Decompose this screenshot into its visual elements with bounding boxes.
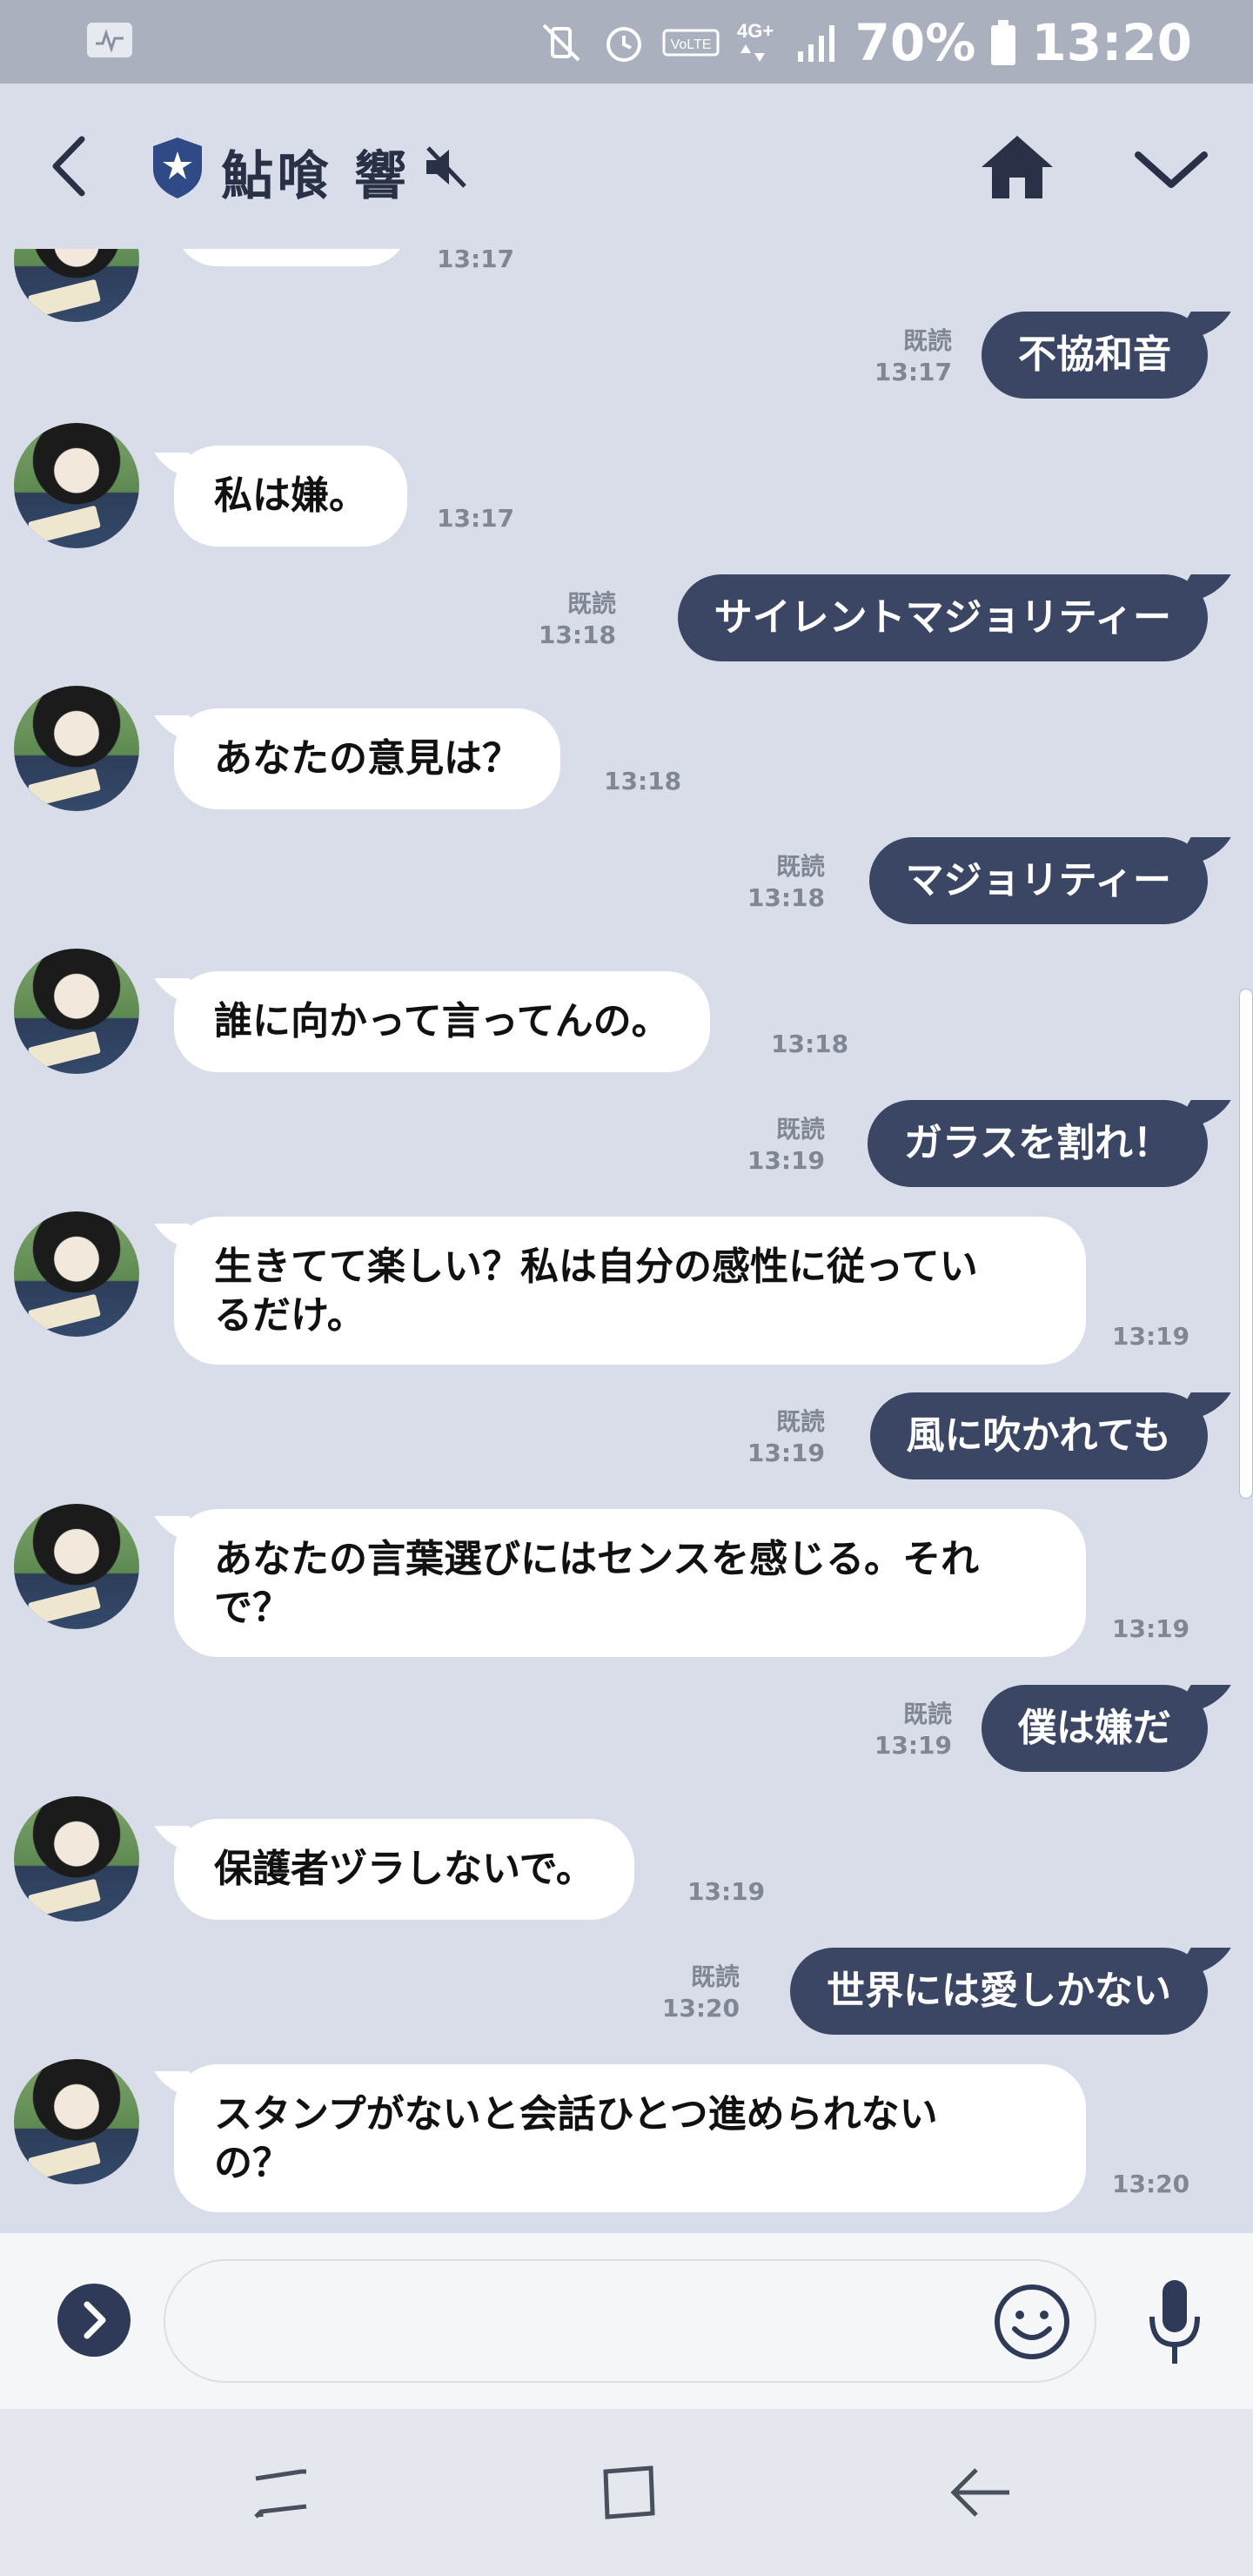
system-nav-bar	[0, 2409, 1253, 2576]
voice-input-button[interactable]	[1145, 2277, 1204, 2367]
menu-dropdown-button[interactable]	[1129, 141, 1213, 197]
chat-header: 鮎喰 響	[0, 84, 1253, 249]
message-read-receipt: 既読 13:20	[661, 1962, 740, 2023]
chat-title[interactable]: 鮎喰 響	[221, 134, 410, 210]
avatar[interactable]	[14, 1796, 139, 1922]
message-input-bar	[0, 2233, 1253, 2409]
message-input[interactable]	[164, 2259, 1096, 2383]
message-time: 13:17	[437, 504, 515, 533]
home-nav-button[interactable]	[600, 2463, 658, 2522]
activity-icon	[87, 23, 132, 57]
status-bar: VoLTE 4G+ 70% 13:20	[0, 0, 1253, 84]
message-read-receipt: 既読 13:19	[747, 1407, 825, 1467]
microphone-icon	[1149, 2280, 1200, 2364]
chevron-down-icon	[1135, 151, 1208, 188]
message-bubble-incoming[interactable]: あなたの意見は？	[174, 708, 560, 809]
emoji-button[interactable]	[992, 2282, 1072, 2362]
message-read-receipt: 既読 13:19	[874, 1700, 952, 1760]
avatar[interactable]	[14, 1504, 139, 1629]
message-time: 13:19	[687, 1877, 766, 1906]
avatar[interactable]	[14, 686, 139, 811]
message-time: 13:17	[437, 249, 515, 273]
recent-apps-icon	[254, 2469, 307, 2519]
message-time: 13:20	[1112, 2170, 1190, 2198]
message-bubble-incoming[interactable]: 誰に向かって言ってんの。	[174, 971, 710, 1072]
network-4g-icon: 4G+	[734, 17, 781, 69]
smiley-icon	[995, 2284, 1069, 2359]
message-time: 13:19	[1112, 1322, 1190, 1351]
svg-text:4G+: 4G+	[737, 20, 774, 42]
message-bubble-outgoing[interactable]: 世界には愛しかない	[790, 1948, 1208, 2035]
volte-icon: VoLTE	[662, 25, 720, 60]
back-nav-button[interactable]	[950, 2463, 1013, 2522]
message-bubble-outgoing[interactable]: ガラスを割れ！	[867, 1100, 1208, 1187]
message-bubble-incoming[interactable]: 保護者ヅラしないで。	[174, 1819, 634, 1920]
recent-apps-button[interactable]	[252, 2463, 310, 2522]
scrollbar[interactable]	[1239, 989, 1253, 1499]
message-list[interactable]: 13:17 既読 13:17 不協和音 私は嫌。 13:17 既読 13:18 サイ…	[0, 249, 1253, 2233]
clock: 13:20	[1031, 13, 1192, 72]
message-bubble-incoming[interactable]: スタンプがないと会話ひとつ進められない の？	[174, 2064, 1086, 2212]
back-button[interactable]	[44, 127, 96, 205]
battery-icon	[989, 18, 1017, 67]
square-icon	[603, 2465, 655, 2519]
message-bubble-outgoing[interactable]: 不協和音	[982, 312, 1208, 399]
message-bubble-outgoing[interactable]: マジョリティー	[868, 837, 1208, 924]
alarm-icon	[600, 18, 648, 67]
home-icon	[982, 136, 1053, 198]
message-bubble-outgoing[interactable]: 風に吹かれても	[869, 1392, 1208, 1479]
back-arrow-icon	[950, 2468, 1009, 2517]
avatar[interactable]	[14, 249, 139, 322]
signal-icon	[794, 18, 841, 67]
message-read-receipt: 既読 13:17	[874, 326, 952, 386]
message-time: 13:19	[1112, 1614, 1190, 1643]
svg-text:VoLTE: VoLTE	[670, 37, 711, 52]
avatar[interactable]	[14, 2059, 139, 2184]
battery-percent: 70%	[854, 13, 976, 72]
message-time: 13:18	[771, 1030, 849, 1058]
avatar[interactable]	[14, 1211, 139, 1337]
avatar[interactable]	[14, 423, 139, 548]
home-button[interactable]	[980, 132, 1055, 202]
avatar[interactable]	[14, 949, 139, 1074]
chevron-right-icon	[84, 2301, 106, 2339]
message-bubble-incoming[interactable]: 私は嫌。	[174, 446, 407, 547]
message-bubble-incoming[interactable]: あなたの言葉選びにはセンスを感じる。それ で？	[174, 1509, 1086, 1657]
message-bubble-outgoing[interactable]: サイレントマジョリティー	[677, 574, 1208, 661]
message-read-receipt: 既読 13:18	[747, 852, 825, 912]
mute-icon	[421, 143, 470, 191]
shield-star-icon	[150, 136, 205, 200]
message-bubble-outgoing[interactable]: 僕は嫌だ	[982, 1685, 1208, 1772]
back-icon	[52, 136, 85, 197]
vibrate-mute-icon	[537, 18, 586, 67]
message-bubble-incoming[interactable]: 生きてて楽しい？私は自分の感性に従ってい るだけ。	[174, 1217, 1086, 1365]
message-read-receipt: 既読 13:19	[747, 1115, 825, 1175]
message-time: 13:18	[604, 767, 682, 795]
message-read-receipt: 既読 13:18	[538, 589, 616, 649]
expand-menu-button[interactable]	[57, 2284, 131, 2357]
message-bubble-incoming[interactable]	[174, 249, 409, 266]
